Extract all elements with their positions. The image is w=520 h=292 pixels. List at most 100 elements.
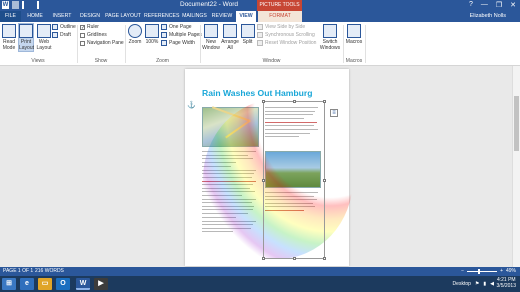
outlook-icon[interactable]: O <box>56 278 70 290</box>
zoom-100-button[interactable]: 100% <box>144 24 160 45</box>
macros-button[interactable]: Macros <box>345 24 363 45</box>
tab-insert[interactable]: INSERT <box>50 11 74 22</box>
resize-handle[interactable] <box>323 100 326 103</box>
one-page-button[interactable]: One Page <box>161 24 192 30</box>
view-side-by-side-button[interactable]: View Side by Side <box>257 24 305 30</box>
tab-file[interactable]: FILE <box>0 11 21 22</box>
internet-explorer-icon[interactable]: e <box>20 278 34 290</box>
arrange-all-label: Arrange All <box>221 39 239 51</box>
zoom-button[interactable]: Zoom <box>127 24 143 45</box>
arrange-all-icon <box>223 24 237 38</box>
synchronous-scrolling-button[interactable]: Synchronous Scrolling <box>257 32 315 38</box>
media-icon[interactable]: ▶ <box>94 278 108 290</box>
picture-selection-frame[interactable] <box>262 100 326 260</box>
clock[interactable]: 4:21 PM 3/5/2013 <box>497 277 516 289</box>
zoom-slider[interactable]: − + 49% <box>461 267 516 276</box>
zoom-in-button[interactable]: + <box>500 267 503 276</box>
navigation-pane-checkbox[interactable]: Navigation Pane <box>80 40 124 46</box>
layout-options-icon[interactable]: ≡ <box>330 109 338 117</box>
resize-handle[interactable] <box>293 257 296 260</box>
document-page[interactable]: ⚓ Rain Washes Out Hamburg ≡ <box>185 69 353 266</box>
switch-windows-button[interactable]: Switch Windows <box>318 24 342 51</box>
switch-windows-icon <box>323 24 337 38</box>
window-group-label: Window <box>262 58 281 64</box>
redo-icon[interactable] <box>32 1 39 9</box>
resize-handle[interactable] <box>323 257 326 260</box>
word-count[interactable]: 216 WORDS <box>35 267 64 276</box>
multiple-pages-button[interactable]: Multiple Pages <box>161 32 202 38</box>
resize-handle[interactable] <box>293 100 296 103</box>
restore-button[interactable]: ❐ <box>496 1 502 9</box>
map-image[interactable] <box>202 106 259 147</box>
gridlines-label: Gridlines <box>87 32 107 38</box>
draft-button[interactable]: Draft <box>52 32 71 38</box>
read-mode-button[interactable]: Read Mode <box>1 24 17 51</box>
zoom-level[interactable]: 49% <box>506 267 516 276</box>
read-mode-icon <box>2 24 16 38</box>
desktop-label[interactable]: Desktop <box>453 281 471 287</box>
status-bar: PAGE 1 OF 1 216 WORDS − + 49% <box>0 267 520 276</box>
zoom-track[interactable] <box>467 269 498 274</box>
tab-view[interactable]: VIEW <box>236 11 256 22</box>
reset-window-position-button[interactable]: Reset Window Position <box>257 40 316 46</box>
file-explorer-icon[interactable]: ▭ <box>38 278 52 290</box>
undo-icon[interactable] <box>22 1 29 9</box>
arrange-all-button[interactable]: Arrange All <box>221 24 239 51</box>
print-layout-button[interactable]: Print Layout <box>18 23 34 52</box>
zoom-out-button[interactable]: − <box>461 267 464 276</box>
left-column-text[interactable] <box>202 151 259 235</box>
help-button[interactable]: ? <box>469 1 473 9</box>
system-tray: Desktop ⚑ ▮ ◀ <box>453 276 494 292</box>
resize-handle[interactable] <box>262 100 265 103</box>
taskbar: ⊞ e ▭ O W ▶ Desktop ⚑ ▮ ◀ 4:21 PM 3/5/20… <box>0 276 520 292</box>
zoom-knob[interactable] <box>478 269 481 274</box>
split-label: Split <box>242 39 253 45</box>
tab-mailings[interactable]: MAILINGS <box>181 11 208 22</box>
web-layout-button[interactable]: Web Layout <box>36 24 52 51</box>
switch-windows-label: Switch Windows <box>319 39 341 51</box>
gridlines-box <box>80 32 85 38</box>
document-heading[interactable]: Rain Washes Out Hamburg <box>202 88 312 98</box>
outline-button[interactable]: Outline <box>52 24 76 30</box>
ruler-checkbox[interactable]: ✓ Ruler <box>80 24 99 30</box>
resize-handle[interactable] <box>262 257 265 260</box>
navigation-pane-label: Navigation Pane <box>87 40 124 46</box>
word-logo-icon[interactable]: W <box>2 1 9 9</box>
tab-review[interactable]: REVIEW <box>210 11 234 22</box>
zoom-group-label: Zoom <box>156 58 169 64</box>
user-name[interactable]: Elizabeth Nolls <box>470 11 506 22</box>
ribbon: Read Mode Print Layout Web Layout Outlin… <box>0 22 520 66</box>
flag-icon[interactable]: ⚑ <box>475 281 479 287</box>
start-icon[interactable]: ⊞ <box>2 278 16 290</box>
scrollbar-thumb[interactable] <box>514 96 519 151</box>
close-button[interactable]: ✕ <box>510 1 516 9</box>
split-button[interactable]: Split <box>240 24 255 45</box>
sync-scrolling-icon <box>257 32 263 38</box>
document-area[interactable]: ⚓ Rain Washes Out Hamburg ≡ <box>0 66 512 267</box>
volume-icon[interactable]: ◀ <box>490 281 494 287</box>
save-icon[interactable] <box>12 1 19 9</box>
vertical-scrollbar[interactable] <box>512 66 520 267</box>
one-page-icon <box>161 24 167 30</box>
macros-label: Macros <box>345 39 363 45</box>
resize-handle[interactable] <box>323 179 326 182</box>
tab-design[interactable]: DESIGN <box>78 11 102 22</box>
zoom-100-label: 100% <box>145 39 159 45</box>
tab-home[interactable]: HOME <box>24 11 46 22</box>
zoom-100-icon <box>145 24 159 38</box>
reset-window-position-label: Reset Window Position <box>265 40 317 46</box>
word-taskbar-icon[interactable]: W <box>76 278 90 290</box>
gridlines-checkbox[interactable]: Gridlines <box>80 32 107 38</box>
network-icon[interactable]: ▮ <box>483 281 486 287</box>
print-layout-label: Print Layout <box>19 39 35 51</box>
tab-page-layout[interactable]: PAGE LAYOUT <box>105 11 141 22</box>
minimize-button[interactable]: — <box>481 1 488 9</box>
navigation-pane-box <box>80 40 85 46</box>
side-by-side-icon <box>257 24 263 30</box>
resize-handle[interactable] <box>262 179 265 182</box>
page-width-button[interactable]: Page Width <box>161 40 195 46</box>
tab-references[interactable]: REFERENCES <box>144 11 179 22</box>
new-window-button[interactable]: New Window <box>202 24 220 51</box>
page-count[interactable]: PAGE 1 OF 1 <box>3 267 33 276</box>
tab-format[interactable]: FORMAT <box>258 11 302 22</box>
